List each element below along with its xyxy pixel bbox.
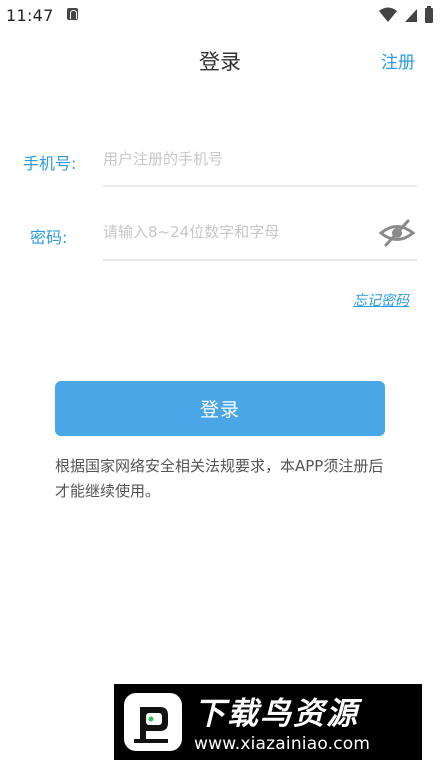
signal-icon [404,9,417,22]
page-title: 登录 [199,50,241,74]
forgot-password-link[interactable]: 忘记密码 [353,290,409,310]
phone-underline [103,185,417,187]
nav-bar: 登录 注册 [0,38,440,82]
phone-label: 手机号: [23,154,77,173]
password-input[interactable] [103,218,368,246]
phone-input[interactable] [103,145,413,173]
bird-logo-icon [124,693,182,751]
watermark-url: www.xiazainiao.com [194,734,371,754]
watermark-title: 下载鸟资源 [194,696,359,732]
password-visibility-toggle[interactable] [378,218,416,248]
wifi-icon [378,7,397,22]
register-link[interactable]: 注册 [381,48,415,73]
status-time: 11:47 [6,6,54,25]
registration-notice: 根据国家网络安全相关法规要求，本APP须注册后才能继续使用。 [55,457,384,500]
password-label: 密码: [30,228,68,247]
status-icons [378,6,434,24]
password-underline [103,259,417,261]
a-badge-icon [67,8,78,20]
login-button[interactable]: 登录 [55,381,385,436]
status-bar: 11:47 [0,0,440,30]
watermark-banner: 下载鸟资源 www.xiazainiao.com [114,684,422,760]
eye-hidden-icon [378,219,416,247]
battery-icon [425,6,433,23]
